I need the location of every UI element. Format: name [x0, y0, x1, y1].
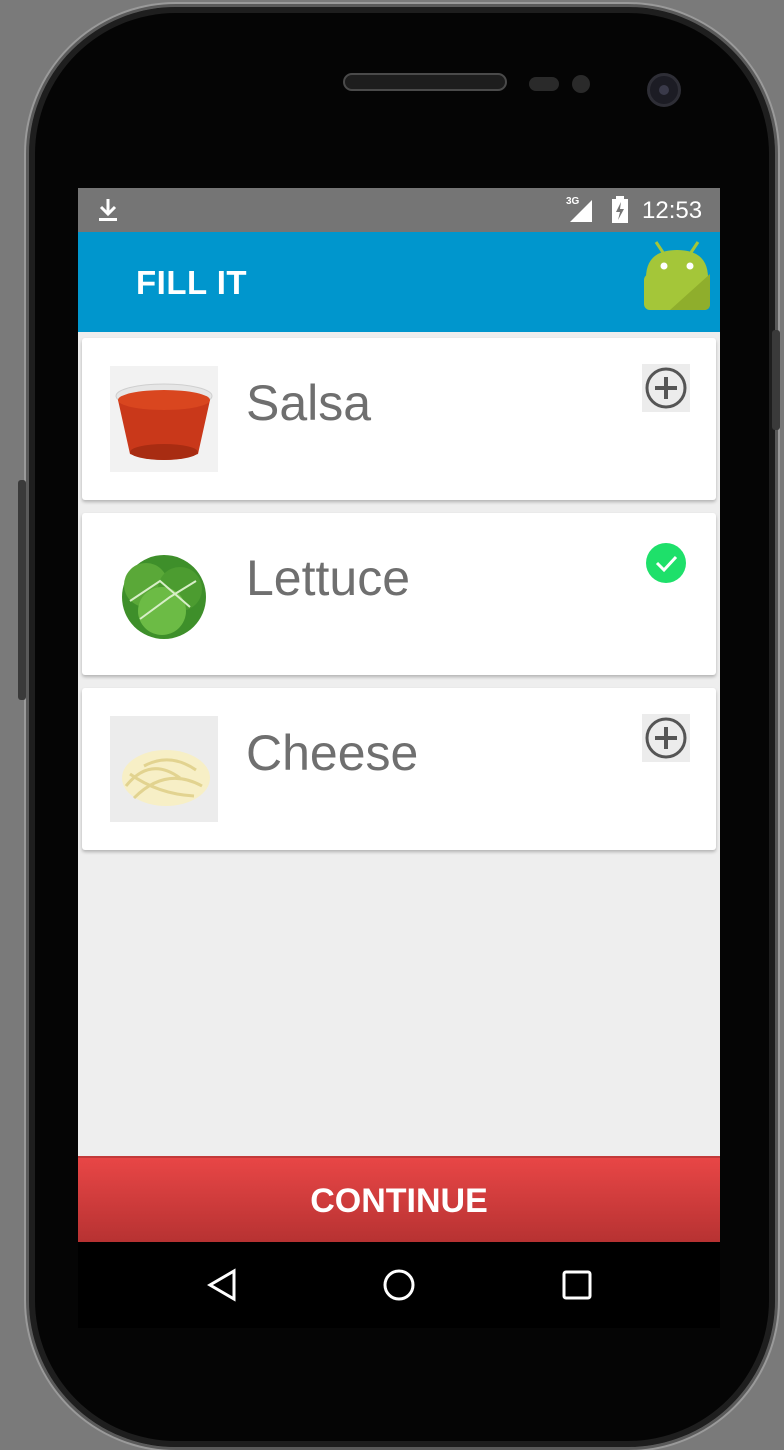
battery-charging-icon: [612, 196, 628, 223]
power-button[interactable]: [772, 330, 780, 430]
app-title: FILL IT: [136, 264, 248, 301]
recents-icon[interactable]: [560, 1268, 594, 1302]
list-item-lettuce[interactable]: Lettuce: [82, 513, 716, 675]
lettuce-image: [110, 541, 218, 647]
back-icon[interactable]: [206, 1268, 240, 1302]
home-icon[interactable]: [382, 1268, 416, 1302]
check-circle-icon[interactable]: [642, 539, 690, 587]
download-icon: [99, 199, 117, 221]
app-bar: FILL IT: [78, 232, 720, 332]
android-logo-icon: [644, 241, 710, 310]
plus-circle-icon[interactable]: [642, 364, 690, 412]
screen: 3G 12:53 FILL IT Salsa Lettuce Cheese CO…: [78, 188, 720, 1328]
cheese-image: [110, 716, 218, 822]
signal-icon: [570, 200, 592, 222]
list-item-salsa[interactable]: Salsa: [82, 338, 716, 500]
continue-button[interactable]: CONTINUE: [78, 1156, 720, 1242]
list-item-cheese[interactable]: Cheese: [82, 688, 716, 850]
volume-button[interactable]: [18, 480, 26, 700]
earpiece-speaker: [343, 73, 507, 91]
front-camera: [647, 73, 681, 107]
item-label: Salsa: [246, 375, 372, 431]
status-bar: 3G 12:53: [78, 188, 720, 232]
navigation-bar: [78, 1242, 720, 1328]
status-time: 12:53: [642, 197, 703, 224]
salsa-image: [110, 366, 218, 472]
item-label: Lettuce: [246, 550, 411, 606]
light-sensor: [572, 75, 590, 93]
plus-circle-icon[interactable]: [642, 714, 690, 762]
item-label: Cheese: [246, 725, 419, 781]
proximity-sensor: [529, 77, 559, 91]
